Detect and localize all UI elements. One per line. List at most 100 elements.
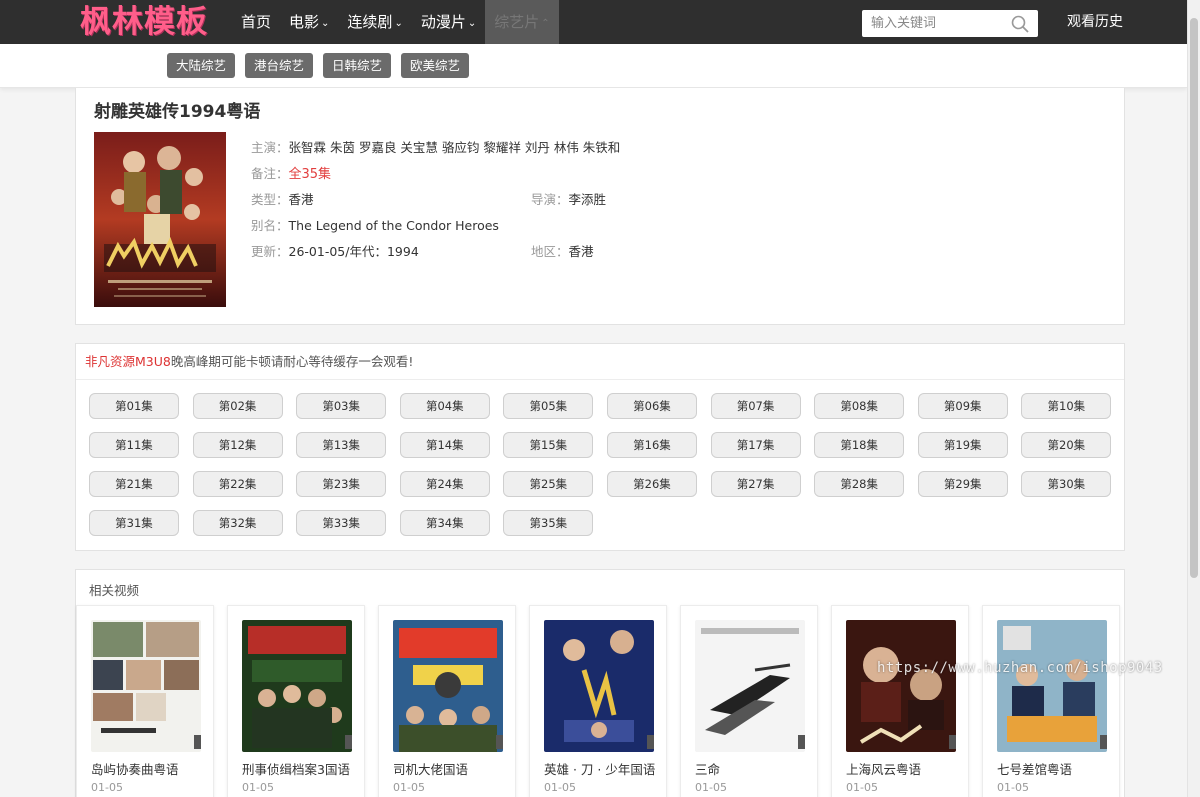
nav-label: 连续剧	[347, 13, 393, 31]
episode-button[interactable]: 第21集	[89, 471, 179, 497]
director-row: 导演：李添胜	[531, 189, 606, 208]
episode-button[interactable]: 第08集	[814, 393, 905, 419]
episode-button[interactable]: 第20集	[1021, 432, 1112, 458]
nav-series[interactable]: 连续剧 ⌄	[338, 0, 411, 44]
related-panel: 相关视频 岛屿协奏曲粤语 01-05 刑事侦缉档案3国语 01-05 司机大佬国…	[75, 569, 1125, 797]
card-title[interactable]: 刑事侦缉档案3国语	[242, 759, 350, 778]
related-card[interactable]: 英雄 · 刀 · 少年国语 01-05	[529, 605, 667, 797]
thumbnail-image[interactable]	[242, 620, 352, 752]
episode-button[interactable]: 第31集	[89, 510, 179, 536]
nav-anime[interactable]: 动漫片 ⌄	[412, 0, 485, 44]
thumbnail-image[interactable]	[695, 620, 805, 752]
thumbnail-corner	[798, 735, 805, 749]
episode-button[interactable]: 第17集	[710, 432, 801, 458]
episode-button[interactable]: 第07集	[710, 393, 801, 419]
card-date: 01-05	[242, 781, 274, 794]
thumbnail-corner	[496, 735, 503, 749]
episode-button[interactable]: 第11集	[89, 432, 179, 458]
episode-button[interactable]: 第19集	[917, 432, 1008, 458]
card-title[interactable]: 司机大佬国语	[393, 759, 468, 778]
related-card[interactable]: 刑事侦缉档案3国语 01-05	[227, 605, 365, 797]
card-title[interactable]: 上海风云粤语	[846, 759, 921, 778]
thumbnail-image[interactable]	[997, 620, 1107, 752]
thumbnail-image[interactable]	[846, 620, 956, 752]
card-date: 01-05	[997, 781, 1029, 794]
related-card[interactable]: 七号差馆粤语 01-05	[982, 605, 1120, 797]
source-name[interactable]: 非凡资源M3U8	[85, 354, 171, 369]
playlist-panel: 非凡资源M3U8晚高峰期可能卡顿请耐心等待缓存一会观看! 第01集 第02集 第03…	[75, 343, 1125, 551]
episode-button[interactable]: 第02集	[192, 393, 283, 419]
episode-button[interactable]: 第26集	[606, 471, 697, 497]
episode-button[interactable]: 第23集	[296, 471, 387, 497]
region-value: 香港	[568, 244, 594, 259]
page-scrollbar[interactable]	[1187, 0, 1200, 797]
cast-row: 主演：张智霖 朱茵 罗嘉良 关宝慧 骆应钧 黎耀祥 刘丹 林伟 朱铁和	[251, 137, 620, 156]
note-row: 备注：全35集	[251, 163, 331, 182]
thumbnail-image[interactable]	[393, 620, 503, 752]
episode-button[interactable]: 第28集	[814, 471, 905, 497]
nav-home[interactable]: 首页	[232, 0, 280, 44]
episode-button[interactable]: 第16集	[606, 432, 697, 458]
thumbnail-image[interactable]	[91, 620, 201, 752]
episode-button[interactable]: 第12集	[192, 432, 283, 458]
episode-button[interactable]: 第06集	[606, 393, 697, 419]
alias-value: The Legend of the Condor Heroes	[288, 218, 499, 233]
chip-western-variety[interactable]: 欧美综艺	[401, 53, 470, 78]
episode-button[interactable]: 第14集	[399, 432, 490, 458]
watch-history-link[interactable]: 观看历史	[1067, 0, 1123, 44]
episode-grid: 第01集 第02集 第03集 第04集 第05集 第06集 第07集 第08集 第09集 第10集…	[89, 393, 1112, 536]
cast-value: 张智霖 朱茵 罗嘉良 关宝慧 骆应钧 黎耀祥 刘丹 林伟 朱铁和	[288, 140, 621, 155]
card-title[interactable]: 岛屿协奏曲粤语	[91, 759, 179, 778]
related-card[interactable]: 三命 01-05	[680, 605, 818, 797]
episode-button[interactable]: 第10集	[1021, 393, 1112, 419]
episode-button[interactable]: 第03集	[296, 393, 387, 419]
related-card[interactable]: 岛屿协奏曲粤语 01-05	[76, 605, 214, 797]
card-title[interactable]: 三命	[695, 759, 720, 778]
card-title[interactable]: 七号差馆粤语	[997, 759, 1072, 778]
poster-image[interactable]	[94, 132, 226, 307]
related-card[interactable]: 上海风云粤语 01-05	[831, 605, 969, 797]
update-value: 26-01-05/年代：1994	[288, 244, 419, 259]
search-input[interactable]	[862, 10, 1002, 37]
scrollbar-thumb[interactable]	[1190, 18, 1198, 578]
nav-movies[interactable]: 电影 ⌄	[280, 0, 338, 44]
chip-hktw-variety[interactable]: 港台综艺	[245, 53, 314, 78]
card-date: 01-05	[91, 781, 123, 794]
main-nav: 首页 电影 ⌄ 连续剧 ⌄ 动漫片 ⌄ 综艺片 ⌃	[232, 0, 559, 44]
alias-label: 别名：	[251, 218, 289, 233]
region-label: 地区：	[531, 244, 569, 259]
nav-variety[interactable]: 综艺片 ⌃	[485, 0, 559, 44]
card-title[interactable]: 英雄 · 刀 · 少年国语	[544, 759, 655, 778]
type-row: 类型：香港	[251, 189, 314, 208]
episode-button[interactable]: 第32集	[192, 510, 283, 536]
site-logo[interactable]: 枫林模板	[80, 2, 208, 42]
episode-button[interactable]: 第35集	[503, 510, 594, 536]
chip-jpkr-variety[interactable]: 日韩综艺	[323, 53, 392, 78]
episode-button[interactable]: 第27集	[710, 471, 801, 497]
episode-button[interactable]: 第09集	[917, 393, 1008, 419]
card-date: 01-05	[846, 781, 878, 794]
episode-button[interactable]: 第15集	[503, 432, 594, 458]
chevron-down-icon: ⌄	[467, 17, 477, 29]
chip-mainland-variety[interactable]: 大陆综艺	[167, 53, 236, 78]
search-icon[interactable]	[1010, 14, 1030, 34]
episode-button[interactable]: 第18集	[814, 432, 905, 458]
episode-button[interactable]: 第04集	[399, 393, 490, 419]
update-row: 更新：26-01-05/年代：1994	[251, 241, 419, 260]
watermark-text: https://www.huzhan.com/ishop9043	[877, 660, 1163, 676]
related-card[interactable]: 司机大佬国语 01-05	[378, 605, 516, 797]
thumbnail-corner	[194, 735, 201, 749]
episode-button[interactable]: 第30集	[1021, 471, 1112, 497]
type-value: 香港	[288, 192, 314, 207]
thumbnail-image[interactable]	[544, 620, 654, 752]
episode-button[interactable]: 第34集	[399, 510, 490, 536]
episode-button[interactable]: 第22集	[192, 471, 283, 497]
episode-button[interactable]: 第13集	[296, 432, 387, 458]
episode-button[interactable]: 第05集	[503, 393, 594, 419]
episode-button[interactable]: 第24集	[399, 471, 490, 497]
alias-row: 别名：The Legend of the Condor Heroes	[251, 215, 499, 234]
episode-button[interactable]: 第25集	[503, 471, 594, 497]
episode-button[interactable]: 第33集	[296, 510, 387, 536]
episode-button[interactable]: 第29集	[917, 471, 1008, 497]
episode-button[interactable]: 第01集	[89, 393, 179, 419]
